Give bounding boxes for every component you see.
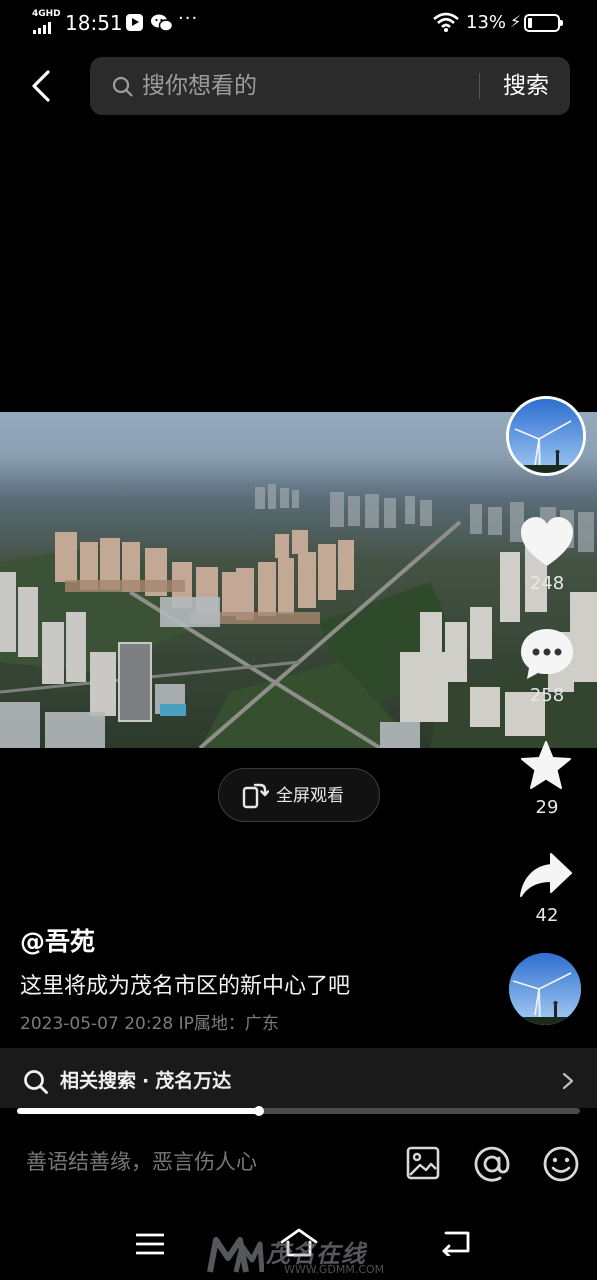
back-button[interactable] — [22, 64, 62, 108]
related-search-label: 相关搜索 · 茂名万达 — [60, 1070, 232, 1092]
status-bar: 4GHD 18:51 ··· 13% ⚡ — [0, 0, 597, 46]
wifi-icon — [433, 12, 459, 32]
related-search-bar[interactable]: 相关搜索 · 茂名万达 — [0, 1048, 597, 1108]
progress-fill — [17, 1108, 260, 1114]
chevron-right-icon — [562, 1072, 574, 1090]
author-avatar[interactable] — [506, 396, 586, 476]
post-caption: 这里将成为茂名市区的新中心了吧 — [20, 974, 351, 999]
post-meta: 2023-05-07 20:28 IP属地：广东 — [20, 1014, 279, 1034]
comment-icon[interactable] — [519, 627, 575, 681]
rotate-screen-icon — [242, 783, 269, 809]
charging-icon: ⚡ — [510, 12, 522, 31]
share-icon[interactable] — [519, 852, 573, 898]
favorite-count: 29 — [535, 797, 559, 818]
at-mention-icon[interactable] — [473, 1145, 511, 1183]
fullscreen-label: 全屏观看 — [276, 786, 344, 806]
avatar-image — [509, 399, 583, 473]
search-bar[interactable]: 搜索 — [90, 57, 570, 115]
signal-icon — [33, 22, 51, 34]
search-input[interactable] — [142, 71, 462, 101]
search-divider — [479, 73, 480, 99]
more-notifications-icon: ··· — [178, 8, 199, 29]
watermark-url: WWW.GDMM.COM — [284, 1263, 385, 1276]
search-icon — [24, 1070, 48, 1094]
wechat-icon — [151, 14, 173, 32]
search-icon — [112, 76, 133, 97]
network-type: 4GHD — [32, 9, 61, 19]
music-disc-avatar[interactable] — [509, 953, 581, 1025]
chevron-left-icon — [32, 70, 50, 102]
clock: 18:51 — [65, 11, 123, 35]
battery-percent: 13% — [466, 12, 507, 33]
emoji-icon[interactable] — [542, 1145, 580, 1183]
watermark-logo-icon — [207, 1237, 264, 1273]
site-watermark: 茂名在线 WWW.GDMM.COM — [206, 1232, 406, 1278]
battery-icon — [524, 14, 563, 32]
like-count: 248 — [529, 573, 565, 594]
like-icon[interactable] — [519, 516, 575, 568]
fullscreen-button[interactable]: 全屏观看 — [218, 768, 380, 822]
comment-count: 258 — [529, 685, 565, 706]
video-player[interactable] — [0, 412, 597, 748]
share-count: 42 — [535, 905, 559, 926]
search-button[interactable]: 搜索 — [490, 71, 562, 101]
comment-input[interactable] — [26, 1144, 356, 1180]
video-progress-bar[interactable] — [17, 1106, 580, 1116]
favorite-star-icon[interactable] — [519, 740, 573, 792]
video-app-icon — [126, 14, 143, 31]
author-name[interactable]: @吾苑 — [20, 926, 95, 958]
disc-image — [509, 953, 581, 1025]
progress-handle[interactable] — [254, 1106, 265, 1116]
video-frame-image — [0, 412, 597, 748]
image-icon[interactable] — [405, 1145, 441, 1181]
menu-nav-icon[interactable] — [136, 1232, 164, 1256]
back-nav-icon[interactable] — [440, 1230, 470, 1256]
